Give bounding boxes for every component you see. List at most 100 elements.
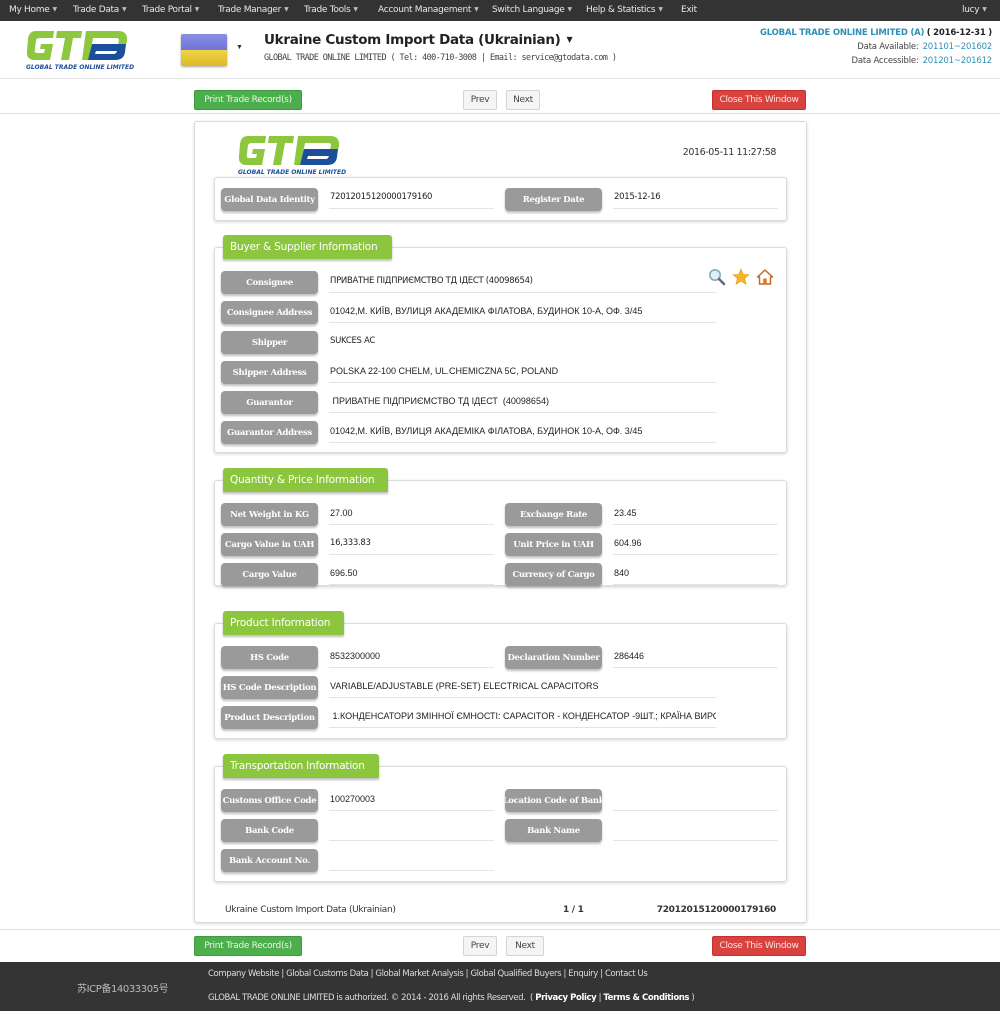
print-trade-records-button[interactable]: Print Trade Record(s)	[194, 90, 302, 110]
page-footer: 苏ICP备14033305号 Company Website | Global …	[0, 962, 1000, 1011]
nav-label: Exit	[681, 5, 697, 15]
global-data-identity-value: 72012015120000179160	[329, 191, 494, 209]
exchange-rate-value: 23.45	[613, 507, 778, 525]
prev-button[interactable]: Prev	[463, 90, 497, 110]
section-title: Buyer & Supplier Information	[223, 235, 392, 259]
record-identity: 72012015120000179160	[656, 905, 777, 915]
product-panel: Product Information HS Code 8532300000 D…	[214, 611, 787, 739]
footer-link-global-customs-data[interactable]: Global Customs Data	[286, 969, 369, 979]
caret-down-icon: ▼	[567, 6, 573, 13]
logo-tagline: GLOBAL TRADE ONLINE LIMITED	[238, 169, 347, 176]
footer-link-global-qualified-buyers[interactable]: Global Qualified Buyers	[470, 969, 561, 979]
consignee-label: Consignee	[221, 271, 318, 294]
buyer-supplier-panel: Buyer & Supplier Information Consignee П…	[214, 235, 787, 453]
nav-switch-language[interactable]: Switch Language ▼	[492, 5, 572, 15]
bank-name-value	[613, 823, 778, 841]
section-title: Transportation Information	[223, 754, 379, 778]
nav-trade-portal[interactable]: Trade Portal ▼	[142, 5, 199, 15]
consignee-value: ПРИВАТНЕ ПІДПРИЄМСТВО ТД ІДЕСТ (40098654…	[329, 275, 716, 293]
caret-down-icon: ▼	[982, 6, 987, 13]
privacy-policy-link[interactable]: Privacy Policy	[535, 993, 596, 1003]
star-icon[interactable]	[732, 268, 750, 286]
declaration-number-value: 286446	[613, 650, 778, 668]
location-code-of-bank-value	[613, 793, 778, 811]
bank-account-no-value	[329, 853, 494, 871]
print-trade-records-button[interactable]: Print Trade Record(s)	[194, 936, 302, 956]
footer-link-enquiry[interactable]: Enquiry	[568, 969, 598, 979]
nav-label: Help & Statistics	[586, 5, 656, 15]
shipper-address-label: Shipper Address	[221, 361, 318, 384]
icp-license[interactable]: 苏ICP备14033305号	[77, 980, 169, 995]
home-icon[interactable]	[756, 268, 774, 286]
data-accessible-label: Data Accessible:	[851, 56, 919, 66]
nav-label: Trade Manager	[218, 5, 282, 15]
data-available-value: 201101~201602	[922, 42, 993, 52]
customs-office-code-label: Customs Office Code	[221, 789, 318, 812]
guarantor-address-value: 01042,М. КИЇВ, ВУЛИЦЯ АКАДЕМІКА ФІЛАТОВА…	[329, 425, 716, 443]
prev-button[interactable]: Prev	[463, 936, 497, 956]
bank-code-value	[329, 823, 494, 841]
close-window-button[interactable]: Close This Window	[712, 90, 806, 110]
page-title[interactable]: Ukraine Custom Import Data (Ukrainian) ▼	[264, 32, 573, 48]
flag-blue-stripe	[181, 34, 227, 50]
customs-office-code-value: 100270003	[329, 793, 494, 811]
hs-code-value: 8532300000	[329, 650, 494, 668]
caret-down-icon[interactable]: ▼	[236, 44, 243, 51]
gtc-logo-mark	[26, 31, 128, 60]
page-title-text: Ukraine Custom Import Data (Ukrainian)	[264, 32, 561, 48]
user-menu[interactable]: lucy ▼	[962, 5, 987, 15]
exchange-rate-label: Exchange Rate	[505, 503, 602, 526]
nav-trade-manager[interactable]: Trade Manager ▼	[218, 5, 289, 15]
unit-price-uah-label: Unit Price in UAH	[505, 533, 602, 556]
dataset-name: Ukraine Custom Import Data (Ukrainian)	[225, 905, 396, 915]
unit-price-uah-value: 604.96	[613, 537, 778, 555]
nav-label: Trade Tools	[304, 5, 351, 15]
copyright-text: GLOBAL TRADE ONLINE LIMITED is authorize…	[208, 993, 526, 1003]
caret-down-icon: ▼	[52, 6, 57, 13]
section-title: Quantity & Price Information	[223, 468, 389, 492]
caret-down-icon: ▼	[658, 6, 663, 13]
register-date-label: Register Date	[505, 188, 602, 211]
cargo-value-value: 696.50	[329, 567, 494, 585]
register-date-value: 2015-12-16	[613, 191, 778, 209]
bank-account-no-label: Bank Account No.	[221, 849, 318, 872]
gtc-logo: GLOBAL TRADE ONLINE LIMITED	[238, 132, 346, 178]
footer-link-contact-us[interactable]: Contact Us	[605, 969, 648, 979]
nav-trade-data[interactable]: Trade Data ▼	[73, 5, 127, 15]
page-header: GLOBAL TRADE ONLINE LIMITED ▼ Ukraine Cu…	[0, 21, 1000, 79]
flag-yellow-stripe	[181, 50, 227, 66]
nav-help-statistics[interactable]: Help & Statistics ▼	[586, 5, 663, 15]
copyright: GLOBAL TRADE ONLINE LIMITED is authorize…	[208, 993, 695, 1003]
bank-name-label: Bank Name	[505, 819, 602, 842]
divider	[0, 929, 1000, 930]
next-button[interactable]: Next	[506, 90, 540, 110]
cargo-value-label: Cargo Value	[221, 563, 318, 586]
gtc-logo: GLOBAL TRADE ONLINE LIMITED	[26, 27, 134, 73]
nav-label: Account Management	[378, 5, 472, 15]
terms-conditions-link[interactable]: Terms & Conditions	[603, 993, 689, 1003]
nav-trade-tools[interactable]: Trade Tools ▼	[304, 5, 358, 15]
caret-down-icon: ▼	[566, 35, 573, 44]
section-title: Product Information	[223, 611, 345, 635]
caret-down-icon: ▼	[284, 6, 289, 13]
next-button[interactable]: Next	[506, 936, 544, 956]
ukraine-flag-selector[interactable]	[181, 34, 227, 66]
hs-code-description-label: HS Code Description	[221, 676, 318, 699]
footer-link-global-market-analysis[interactable]: Global Market Analysis	[375, 969, 463, 979]
shipper-value: SUKCES AC	[330, 336, 376, 346]
close-window-button[interactable]: Close This Window	[712, 936, 806, 956]
shipper-label: Shipper	[221, 331, 318, 354]
nav-my-home[interactable]: My Home ▼	[9, 5, 57, 15]
record-timestamp: 2016-05-11 11:27:58	[682, 147, 777, 158]
footer-link-company-website[interactable]: Company Website	[208, 969, 279, 979]
quantity-price-panel: Quantity & Price Information Net Weight …	[214, 468, 787, 586]
nav-account-management[interactable]: Account Management ▼	[378, 5, 479, 15]
user-name: lucy	[962, 5, 980, 15]
trade-record-card: GLOBAL TRADE ONLINE LIMITED 2016-05-11 1…	[194, 121, 807, 923]
nav-label: My Home	[9, 5, 50, 15]
consignee-address-label: Consignee Address	[221, 301, 318, 324]
nav-exit[interactable]: Exit	[681, 5, 697, 15]
hs-code-label: HS Code	[221, 646, 318, 669]
hs-code-description-value: VARIABLE/ADJUSTABLE (PRE-SET) ELECTRICAL…	[329, 680, 716, 698]
cargo-value-uah-label: Cargo Value in UAH	[221, 533, 318, 556]
